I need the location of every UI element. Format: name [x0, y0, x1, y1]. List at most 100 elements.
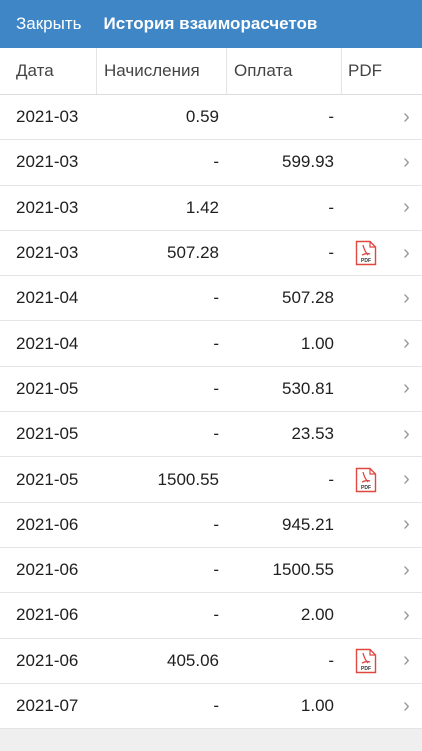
row-payment: 1.00 [300, 696, 334, 715]
row-charge: - [213, 560, 219, 580]
row-pdf-cell [341, 412, 391, 456]
table-row[interactable]: 2021-05 1500.55 - PDF › [0, 457, 422, 503]
top-bar: Закрыть История взаиморасчетов [0, 0, 422, 48]
svg-text:PDF: PDF [361, 258, 371, 264]
bottom-area [0, 729, 422, 751]
row-charge: - [213, 514, 219, 534]
row-charge: - [213, 424, 219, 444]
row-date: 2021-05 [16, 378, 79, 398]
row-date: 2021-06 [16, 560, 79, 580]
row-pdf-cell [341, 503, 391, 547]
settlements-table: Дата Начисления Оплата PDF 2021-03 0.59 - ›… [0, 48, 422, 730]
chevron-right-icon[interactable]: › [391, 639, 422, 683]
table-row[interactable]: 2021-04 - 1.00 › [0, 321, 422, 367]
row-date: 2021-06 [16, 650, 79, 670]
row-charge: 1.42 [185, 197, 219, 217]
table-row[interactable]: 2021-03 507.28 - PDF › [0, 231, 422, 277]
row-date: 2021-07 [16, 696, 79, 715]
row-pdf-cell: PDF [341, 457, 391, 501]
row-pdf-cell: PDF [341, 639, 391, 683]
chevron-right-icon[interactable]: › [391, 231, 422, 275]
header-charges: Начисления [96, 48, 226, 94]
row-pdf-cell [341, 548, 391, 592]
table-row[interactable]: 2021-06 - 1500.55 › [0, 548, 422, 594]
row-payment: - [328, 197, 334, 217]
row-date: 2021-03 [16, 197, 79, 217]
table-row[interactable]: 2021-03 0.59 - › [0, 95, 422, 141]
table-row[interactable]: 2021-03 - 599.93 › [0, 140, 422, 186]
table-row[interactable]: 2021-06 - 2.00 › [0, 593, 422, 639]
row-date: 2021-03 [16, 107, 79, 127]
pdf-icon[interactable]: PDF [355, 240, 377, 266]
row-payment: 599.93 [282, 152, 334, 172]
row-payment: 1.00 [300, 333, 334, 353]
row-date: 2021-05 [16, 469, 79, 489]
row-date: 2021-04 [16, 288, 79, 308]
chevron-right-icon[interactable]: › [391, 503, 422, 547]
pdf-icon[interactable]: PDF [355, 648, 377, 674]
row-payment: - [328, 107, 334, 127]
chevron-right-icon[interactable]: › [391, 412, 422, 456]
chevron-right-icon[interactable]: › [391, 367, 422, 411]
row-payment: 945.21 [282, 514, 334, 534]
table-header: Дата Начисления Оплата PDF [0, 48, 422, 95]
row-charge: 507.28 [167, 243, 219, 263]
chevron-right-icon[interactable]: › [391, 684, 422, 728]
row-date: 2021-05 [16, 424, 79, 444]
table-row[interactable]: 2021-03 1.42 - › [0, 186, 422, 231]
row-payment: 530.81 [282, 378, 334, 398]
row-charge: - [213, 605, 219, 625]
chevron-right-icon[interactable]: › [391, 457, 422, 501]
table-body: 2021-03 0.59 - › 2021-03 - 599.93 › 2021-03 1.42 -… [0, 95, 422, 730]
page-title: История взаиморасчетов [103, 14, 318, 33]
chevron-right-icon[interactable]: › [391, 321, 422, 365]
svg-text:PDF: PDF [361, 485, 371, 491]
table-row[interactable]: 2021-05 - 23.53 › [0, 412, 422, 458]
table-row[interactable]: 2021-06 - 945.21 › [0, 503, 422, 548]
row-charge: - [213, 696, 219, 715]
chevron-right-icon[interactable]: › [391, 593, 422, 637]
table-row[interactable]: 2021-04 - 507.28 › [0, 276, 422, 322]
header-date: Дата [16, 61, 54, 80]
row-pdf-cell [341, 95, 391, 139]
row-date: 2021-03 [16, 152, 79, 172]
row-payment: - [328, 650, 334, 670]
chevron-right-icon[interactable]: › [391, 548, 422, 592]
row-charge: - [213, 288, 219, 308]
row-date: 2021-04 [16, 333, 79, 353]
row-pdf-cell [341, 276, 391, 320]
row-pdf-cell [341, 186, 391, 230]
table-row[interactable]: 2021-06 405.06 - PDF › [0, 639, 422, 684]
pdf-icon[interactable]: PDF [355, 467, 377, 493]
row-charge: - [213, 333, 219, 353]
row-pdf-cell [341, 684, 391, 728]
chevron-right-icon[interactable]: › [391, 276, 422, 320]
row-charge: 1500.55 [157, 469, 219, 489]
row-pdf-cell: PDF [341, 231, 391, 275]
table-row[interactable]: 2021-07 - 1.00 › [0, 684, 422, 730]
close-button[interactable]: Закрыть [16, 14, 81, 34]
chevron-right-icon[interactable]: › [391, 95, 422, 139]
header-payment: Оплата [226, 48, 341, 94]
row-date: 2021-06 [16, 514, 79, 534]
row-charge: 405.06 [167, 650, 219, 670]
row-pdf-cell [341, 367, 391, 411]
svg-text:PDF: PDF [361, 666, 371, 672]
chevron-right-icon[interactable]: › [391, 140, 422, 184]
row-date: 2021-06 [16, 605, 79, 625]
row-payment: 23.53 [291, 424, 334, 444]
row-payment: 1500.55 [272, 560, 334, 580]
row-date: 2021-03 [16, 243, 79, 263]
row-pdf-cell [341, 140, 391, 184]
row-payment: 507.28 [282, 288, 334, 308]
row-pdf-cell [341, 321, 391, 365]
row-charge: 0.59 [185, 107, 219, 127]
row-payment: - [328, 469, 334, 489]
table-row[interactable]: 2021-05 - 530.81 › [0, 367, 422, 413]
row-pdf-cell [341, 593, 391, 637]
row-charge: - [213, 152, 219, 172]
chevron-right-icon[interactable]: › [391, 186, 422, 230]
header-pdf: PDF [341, 48, 422, 94]
row-payment: - [328, 243, 334, 263]
row-payment: 2.00 [300, 605, 334, 625]
